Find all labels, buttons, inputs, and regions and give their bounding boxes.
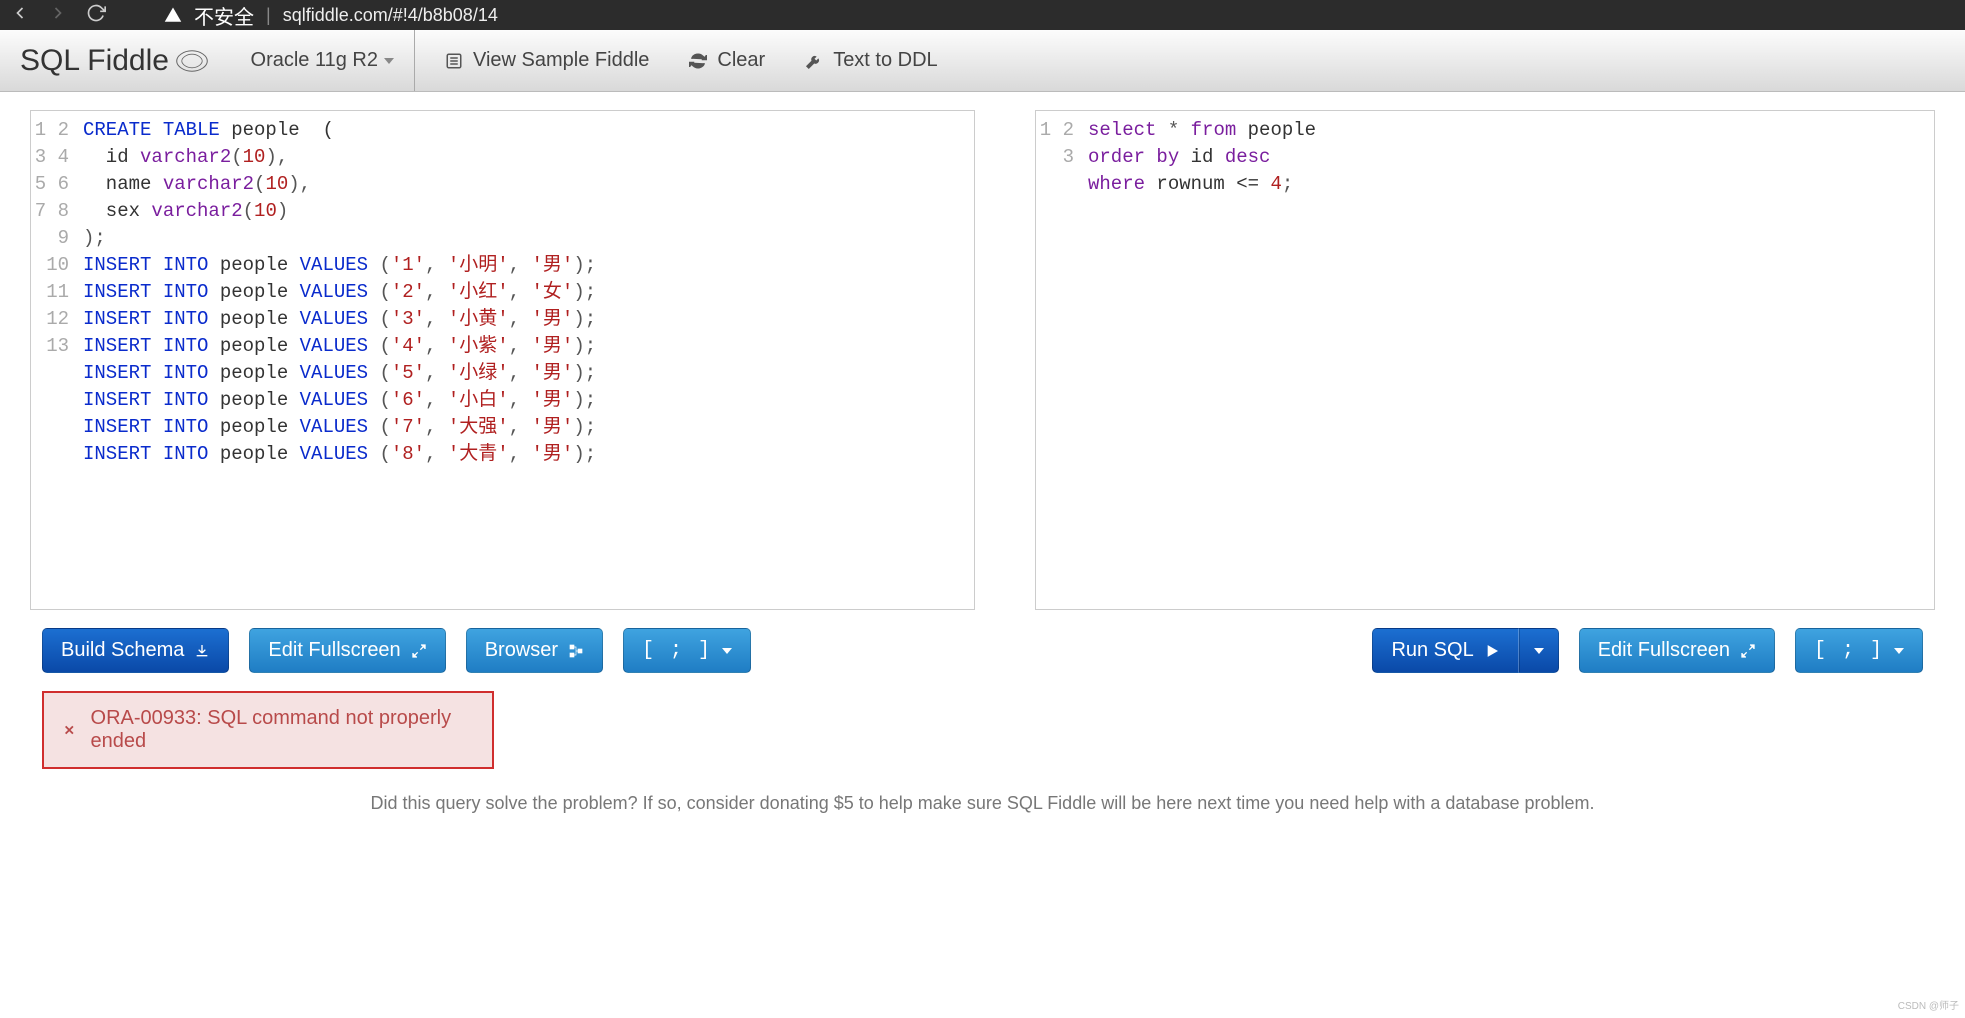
terminator-label: [ ; ] bbox=[642, 639, 712, 662]
db-label: Oracle 11g R2 bbox=[251, 49, 378, 72]
tree-icon bbox=[568, 643, 584, 659]
refresh-icon bbox=[689, 52, 707, 70]
list-icon bbox=[445, 52, 463, 70]
button-row: Build Schema Edit Fullscreen Browser [ ;… bbox=[0, 624, 1965, 691]
caret-down-icon bbox=[1894, 648, 1904, 654]
wrench-icon bbox=[805, 52, 823, 70]
run-sql-button[interactable]: Run SQL bbox=[1372, 628, 1518, 673]
error-message: ORA-00933: SQL command not properly ende… bbox=[91, 707, 474, 753]
text-to-ddl-button[interactable]: Text to DDL bbox=[805, 49, 937, 72]
run-sql-split-button: Run SQL bbox=[1372, 628, 1558, 673]
error-x-icon bbox=[62, 722, 77, 738]
query-gutter: 1 2 3 bbox=[1036, 117, 1084, 603]
workspace: 1 2 3 4 5 6 7 8 9 10 11 12 13 CREATE TAB… bbox=[0, 92, 1965, 624]
schema-code[interactable]: CREATE TABLE people ( id varchar2(10), n… bbox=[79, 117, 974, 603]
app-toolbar: SQL Fiddle Oracle 11g R2 View Sample Fid… bbox=[0, 30, 1965, 92]
logo-text: SQL Fiddle bbox=[20, 44, 169, 78]
address-bar[interactable]: 不安全 | sqlfiddle.com/#!4/b8b08/14 bbox=[164, 1, 498, 30]
error-box: ORA-00933: SQL command not properly ende… bbox=[42, 691, 494, 769]
text-to-ddl-label: Text to DDL bbox=[833, 49, 937, 72]
schema-pane: 1 2 3 4 5 6 7 8 9 10 11 12 13 CREATE TAB… bbox=[30, 110, 975, 610]
browser-chrome-bar: 不安全 | sqlfiddle.com/#!4/b8b08/14 bbox=[0, 0, 1965, 30]
back-icon[interactable] bbox=[10, 3, 30, 28]
build-schema-label: Build Schema bbox=[61, 639, 184, 662]
app-logo[interactable]: SQL Fiddle bbox=[20, 44, 209, 78]
caret-down-icon bbox=[384, 58, 394, 64]
forward-icon[interactable] bbox=[48, 3, 68, 28]
build-schema-button[interactable]: Build Schema bbox=[42, 628, 229, 673]
url-text: sqlfiddle.com/#!4/b8b08/14 bbox=[283, 5, 498, 26]
schema-gutter: 1 2 3 4 5 6 7 8 9 10 11 12 13 bbox=[31, 117, 79, 603]
browser-button[interactable]: Browser bbox=[466, 628, 603, 673]
terminator-right-button[interactable]: [ ; ] bbox=[1795, 628, 1923, 673]
terminator-left-button[interactable]: [ ; ] bbox=[623, 628, 751, 673]
reload-icon[interactable] bbox=[86, 3, 106, 28]
security-label: 不安全 bbox=[194, 1, 254, 30]
nautilus-icon bbox=[175, 49, 209, 73]
schema-editor[interactable]: 1 2 3 4 5 6 7 8 9 10 11 12 13 CREATE TAB… bbox=[31, 111, 974, 609]
clear-button[interactable]: Clear bbox=[689, 49, 765, 72]
play-icon bbox=[1484, 643, 1500, 659]
query-editor[interactable]: 1 2 3 select * from people order by id d… bbox=[1036, 111, 1934, 609]
query-code[interactable]: select * from people order by id desc wh… bbox=[1084, 117, 1934, 603]
footer-text: Did this query solve the problem? If so,… bbox=[0, 769, 1965, 822]
view-sample-button[interactable]: View Sample Fiddle bbox=[445, 49, 649, 72]
edit-fullscreen-left-button[interactable]: Edit Fullscreen bbox=[249, 628, 445, 673]
download-icon bbox=[194, 643, 210, 659]
db-selector[interactable]: Oracle 11g R2 bbox=[251, 49, 394, 72]
expand-icon bbox=[1740, 643, 1756, 659]
query-pane: 1 2 3 select * from people order by id d… bbox=[1035, 110, 1935, 610]
run-sql-label: Run SQL bbox=[1391, 639, 1473, 662]
expand-icon bbox=[411, 643, 427, 659]
caret-down-icon bbox=[1534, 648, 1544, 654]
edit-fullscreen-label: Edit Fullscreen bbox=[1598, 639, 1730, 662]
run-sql-dropdown[interactable] bbox=[1519, 628, 1559, 673]
edit-fullscreen-label: Edit Fullscreen bbox=[268, 639, 400, 662]
terminator-label: [ ; ] bbox=[1814, 639, 1884, 662]
browser-label: Browser bbox=[485, 639, 558, 662]
view-sample-label: View Sample Fiddle bbox=[473, 49, 649, 72]
edit-fullscreen-right-button[interactable]: Edit Fullscreen bbox=[1579, 628, 1775, 673]
caret-down-icon bbox=[722, 648, 732, 654]
watermark: CSDN @师子 bbox=[1898, 997, 1959, 1012]
warning-icon bbox=[164, 6, 182, 24]
clear-label: Clear bbox=[717, 49, 765, 72]
error-zone: ORA-00933: SQL command not properly ende… bbox=[42, 691, 1923, 769]
